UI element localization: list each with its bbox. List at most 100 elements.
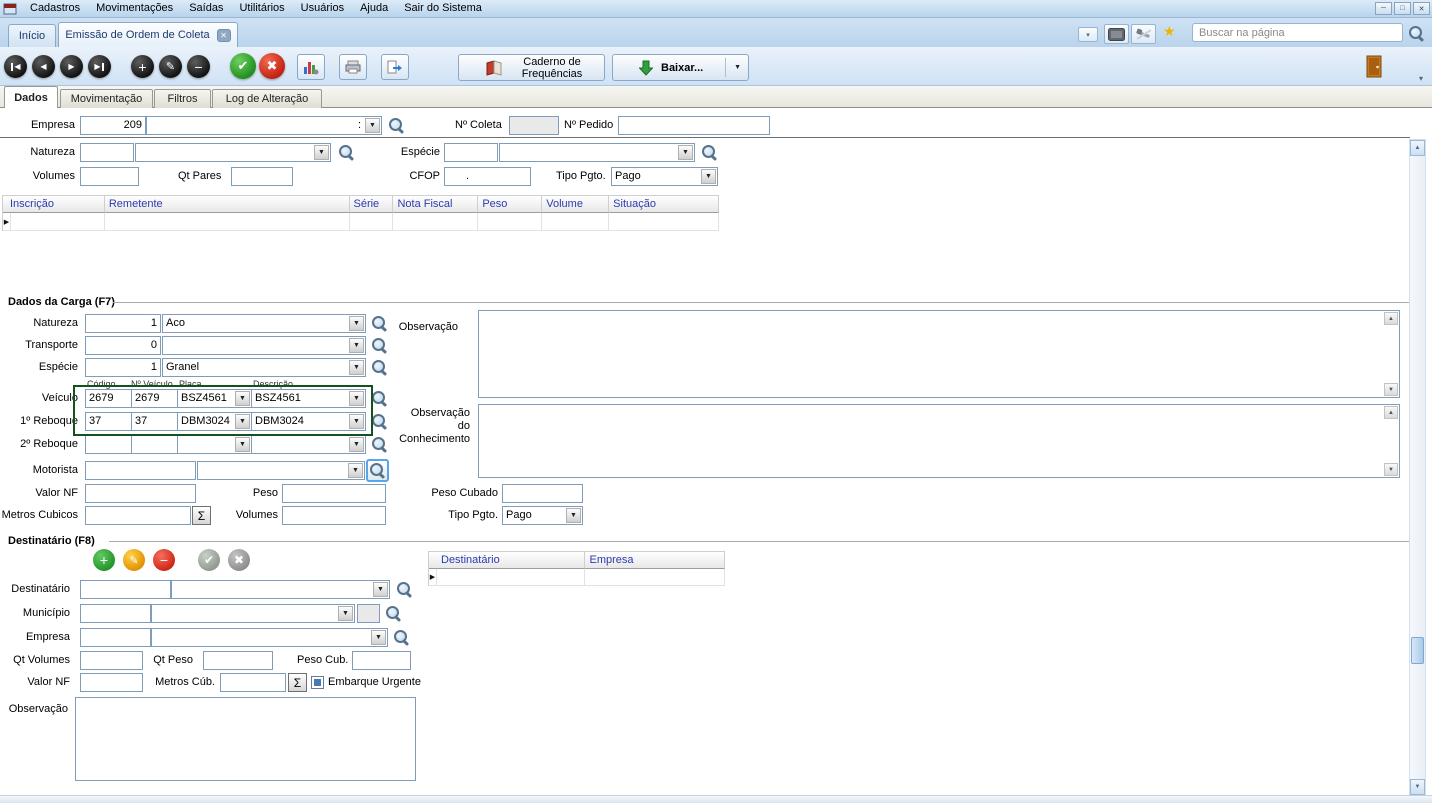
especie-combo[interactable]: ▼ [499, 143, 695, 162]
scrollbar-down-icon[interactable]: ▼ [1410, 779, 1425, 795]
menu-ajuda[interactable]: Ajuda [352, 0, 396, 17]
notas-grid-row[interactable]: ▶ [3, 213, 719, 231]
empresa-combo[interactable]: : ▼ [146, 116, 382, 135]
chevron-down-icon[interactable]: ▼ [365, 118, 380, 133]
menu-usuarios[interactable]: Usuários [293, 0, 352, 17]
embarque-urgente-checkbox[interactable] [311, 676, 324, 689]
column-header-peso[interactable]: Peso [478, 196, 542, 213]
veiculo-numero-field[interactable]: 2679 [131, 389, 178, 408]
carga-natureza-combo[interactable]: Aco ▼ [162, 314, 366, 333]
chevron-down-icon[interactable]: ▼ [349, 338, 364, 353]
especie-lookup-icon[interactable] [701, 144, 717, 160]
volumes-field[interactable] [80, 167, 139, 186]
dest-valornf-field[interactable] [80, 673, 143, 692]
dest-observacao-memo[interactable] [75, 697, 416, 781]
caderno-frequencias-button[interactable]: Caderno de Frequências [458, 54, 605, 81]
empresa-lookup-icon[interactable] [388, 117, 404, 133]
carga-especie-lookup-icon[interactable] [371, 359, 387, 375]
tab-emissao-ordem-coleta[interactable]: Emissão de Ordem de Coleta ✕ [58, 22, 238, 47]
natureza-lookup-icon[interactable] [338, 144, 354, 160]
tab-close-icon[interactable]: ✕ [217, 29, 231, 42]
destinatarios-grid[interactable]: Destinatário Empresa ▶ [428, 551, 725, 586]
menu-saidas[interactable]: Saídas [181, 0, 231, 17]
menu-utilitarios[interactable]: Utilitários [231, 0, 292, 17]
column-header-empresa[interactable]: Empresa [585, 552, 725, 569]
carga-especie-combo[interactable]: Granel ▼ [162, 358, 366, 377]
chevron-down-icon[interactable]: ▼ [701, 169, 716, 184]
veiculo-placa-combo[interactable]: BSZ4561 ▼ [177, 389, 252, 408]
scroll-down-icon[interactable]: ▼ [1384, 463, 1398, 476]
obs-conhecimento-memo[interactable]: ▲ ▼ [478, 404, 1400, 478]
chevron-down-icon[interactable]: ▼ [314, 145, 329, 160]
prev-record-button[interactable]: ◀ [32, 55, 55, 78]
tab-inicio[interactable]: Início [8, 24, 56, 47]
close-button[interactable]: ✕ [1413, 2, 1430, 15]
npedido-field[interactable] [618, 116, 770, 135]
empresa-code-field[interactable]: 209 [80, 116, 146, 135]
dest-empresa-combo[interactable]: ▼ [151, 628, 388, 647]
exit-door-icon[interactable] [1366, 55, 1383, 78]
motorista-lookup-button[interactable] [366, 459, 389, 482]
column-header-nota-fiscal[interactable]: Nota Fiscal [393, 196, 478, 213]
dest-empresa-lookup-icon[interactable] [393, 629, 409, 645]
chevron-down-icon[interactable]: ▼ [349, 360, 364, 375]
veiculo-descricao-combo[interactable]: BSZ4561 ▼ [251, 389, 366, 408]
dest-sigma-calc-button[interactable]: Σ [288, 673, 307, 692]
chevron-down-icon[interactable]: ▼ [566, 508, 581, 523]
dest-destinatario-lookup-icon[interactable] [396, 581, 412, 597]
tab-dados[interactable]: Dados [4, 86, 58, 108]
dest-destinatario-field[interactable] [80, 580, 171, 599]
reboque2-codigo-field[interactable] [85, 435, 132, 454]
carga-valornf-field[interactable] [85, 484, 196, 503]
dest-confirm-button[interactable]: ✔ [198, 549, 220, 571]
edit-record-button[interactable]: ✎ [159, 55, 182, 78]
dest-pesocub-field[interactable] [352, 651, 411, 670]
chevron-down-icon[interactable]: ▼ [338, 606, 353, 621]
search-icon[interactable] [1408, 25, 1424, 41]
dest-add-button[interactable]: + [93, 549, 115, 571]
natureza-field[interactable] [80, 143, 134, 162]
carga-transporte-code-field[interactable]: 0 [85, 336, 161, 355]
chevron-down-icon[interactable]: ▼ [349, 316, 364, 331]
search-input[interactable] [1192, 23, 1403, 42]
chevron-down-icon[interactable]: ▼ [371, 630, 386, 645]
veiculo-lookup-icon[interactable] [371, 390, 387, 406]
tab-log-alteracao[interactable]: Log de Alteração [212, 89, 322, 108]
menu-sair[interactable]: Sair do Sistema [396, 0, 490, 17]
chevron-down-icon[interactable]: ▼ [348, 463, 363, 478]
reboque1-placa-combo[interactable]: DBM3024 ▼ [177, 412, 252, 431]
next-record-button[interactable]: ▶ [60, 55, 83, 78]
tipopgto-combo[interactable]: Pago ▼ [611, 167, 718, 186]
reboque1-numero-field[interactable]: 37 [131, 412, 178, 431]
baixar-button[interactable]: Baixar... ▼ [612, 54, 749, 81]
carga-transporte-combo[interactable]: ▼ [162, 336, 366, 355]
carga-volumes-field[interactable] [282, 506, 386, 525]
delete-record-button[interactable]: − [187, 55, 210, 78]
baixar-dropdown-icon[interactable]: ▼ [734, 64, 741, 71]
dest-edit-button[interactable]: ✎ [123, 549, 145, 571]
tab-movimentacao[interactable]: Movimentação [60, 89, 153, 108]
scrollbar-thumb[interactable] [1411, 637, 1424, 664]
carga-tipopgto-combo[interactable]: Pago ▼ [502, 506, 583, 525]
menu-cadastros[interactable]: Cadastros [22, 0, 88, 17]
chevron-down-icon[interactable]: ▼ [349, 437, 364, 452]
reboque2-lookup-icon[interactable] [371, 436, 387, 452]
dest-qtpeso-field[interactable] [203, 651, 273, 670]
dest-municipio-field[interactable] [80, 604, 151, 623]
dest-empresa-field[interactable] [80, 628, 151, 647]
collapse-panel-button[interactable]: ▾ [1078, 27, 1098, 42]
column-header-serie[interactable]: Série [350, 196, 394, 213]
natureza-combo[interactable]: ▼ [135, 143, 331, 162]
dest-municipio-combo[interactable]: ▼ [151, 604, 355, 623]
carga-especie-code-field[interactable]: 1 [85, 358, 161, 377]
notas-grid[interactable]: Inscrição Remetente Série Nota Fiscal Pe… [2, 195, 719, 231]
destinatarios-grid-row[interactable]: ▶ [429, 569, 725, 586]
reboque2-placa-combo[interactable]: ▼ [177, 435, 252, 454]
chevron-down-icon[interactable]: ▼ [349, 414, 364, 429]
column-header-situacao[interactable]: Situação [609, 196, 719, 213]
dest-municipio-lookup-icon[interactable] [385, 605, 401, 621]
chevron-down-icon[interactable]: ▼ [678, 145, 693, 160]
motorista-field[interactable] [85, 461, 196, 480]
reboque1-lookup-icon[interactable] [371, 413, 387, 429]
report-button[interactable] [297, 54, 325, 80]
